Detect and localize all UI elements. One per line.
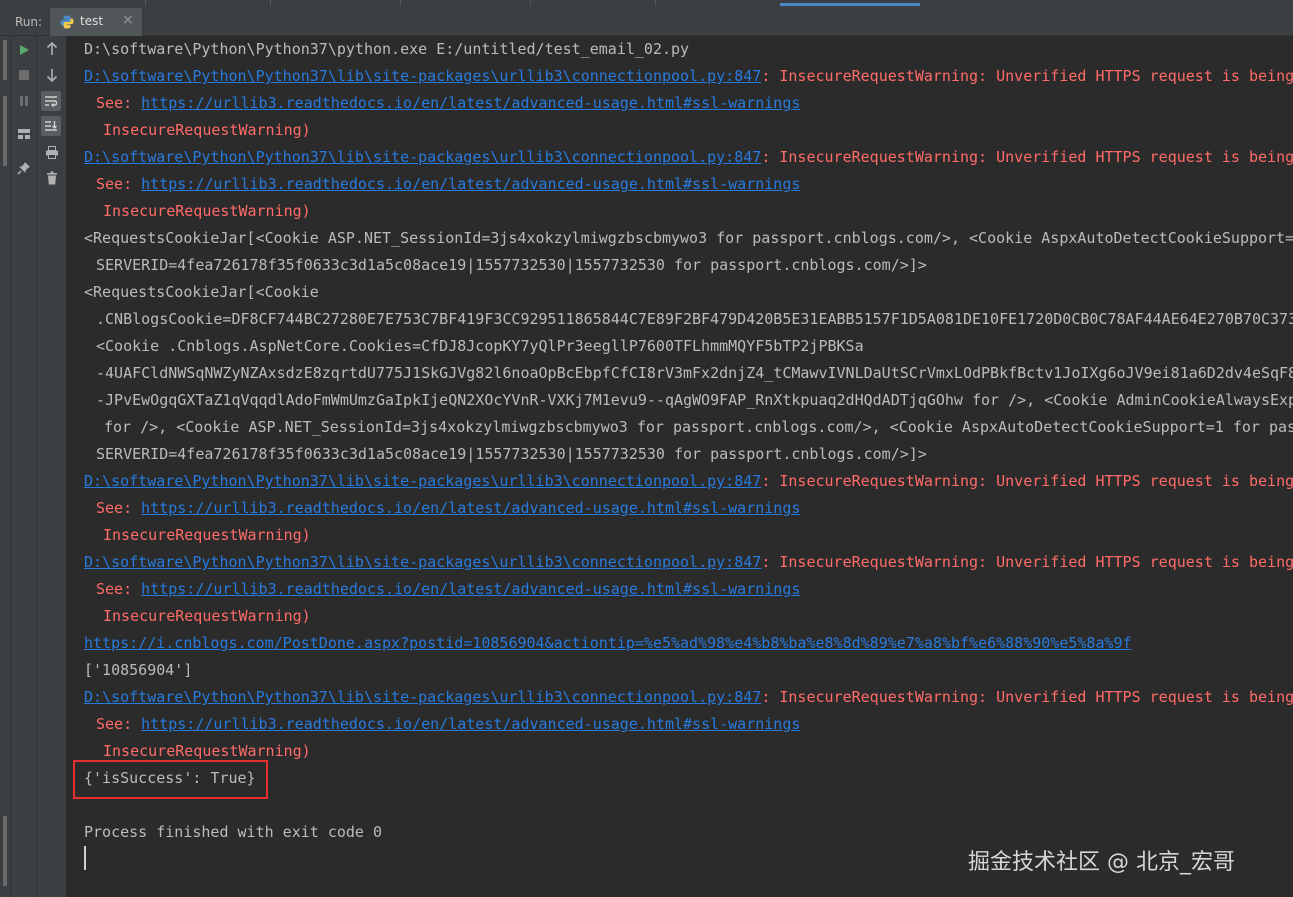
see-label: See:	[96, 499, 142, 517]
console-line-cookie: SERVERID=4fea726178f35f0633c3d1a5c08ace1…	[96, 445, 927, 463]
console-line-cookie: .CNBlogsCookie=DF8CF744BC27280E7E753C7BF…	[96, 310, 1293, 328]
console-line-see: See: https://urllib3.readthedocs.io/en/l…	[96, 714, 800, 734]
console-line-see: See: https://urllib3.readthedocs.io/en/l…	[96, 174, 800, 194]
see-label: See:	[96, 580, 142, 598]
console-line-cookie: -JPvEwOgqGXTaZ1qVqqdlAdoFmWmUmzGaIpkIjeQ…	[96, 391, 1293, 409]
arrow-down-icon[interactable]	[42, 65, 62, 85]
result-highlight-box	[73, 760, 268, 799]
text-cursor	[84, 846, 86, 870]
console-line-warning-tail: InsecureRequestWarning)	[103, 742, 311, 760]
tab-title: test	[80, 14, 104, 28]
python-icon	[60, 15, 74, 29]
console-line-warning: D:\software\Python\Python37\lib\site-pac…	[84, 147, 1293, 167]
ssl-warnings-link[interactable]: https://urllib3.readthedocs.io/en/latest…	[141, 499, 800, 517]
warning-message: : InsecureRequestWarning: Unverified HTT…	[761, 67, 1293, 85]
console-line-warning: D:\software\Python\Python37\lib\site-pac…	[84, 66, 1293, 86]
console-line-exit: Process finished with exit code 0	[84, 823, 383, 841]
arrow-up-icon[interactable]	[42, 39, 62, 59]
run-label: Run:	[15, 15, 43, 29]
stop-icon[interactable]	[14, 65, 34, 85]
console-line-cookie: for />, <Cookie ASP.NET_SessionId=3js4xo…	[104, 418, 1293, 436]
console-line-command: D:\software\Python\Python37\python.exe E…	[84, 40, 690, 58]
watermark: 掘金技术社区 @ 北京_宏哥	[968, 850, 1235, 875]
soft-wrap-icon[interactable]	[41, 91, 61, 111]
console-line-see: See: https://urllib3.readthedocs.io/en/l…	[96, 579, 800, 599]
warning-source-link[interactable]: D:\software\Python\Python37\lib\site-pac…	[84, 553, 761, 571]
ssl-warnings-link[interactable]: https://urllib3.readthedocs.io/en/latest…	[141, 580, 800, 598]
console-line-cookie: <RequestsCookieJar[<Cookie	[84, 283, 319, 301]
layout-icon[interactable]	[14, 124, 34, 144]
run-toolbar-secondary	[37, 36, 67, 897]
console-line-warning: D:\software\Python\Python37\lib\site-pac…	[84, 471, 1293, 491]
console-line-warning: D:\software\Python\Python37\lib\site-pac…	[84, 552, 1293, 572]
console-line-see: See: https://urllib3.readthedocs.io/en/l…	[96, 93, 800, 113]
console-line-postdone: https://i.cnblogs.com/PostDone.aspx?post…	[84, 633, 1132, 653]
warning-source-link[interactable]: D:\software\Python\Python37\lib\site-pac…	[84, 148, 761, 166]
run-toolbar-primary	[11, 36, 37, 897]
warning-source-link[interactable]: D:\software\Python\Python37\lib\site-pac…	[84, 688, 761, 706]
pause-icon[interactable]	[14, 91, 34, 111]
console-line-warning-tail: InsecureRequestWarning)	[103, 121, 311, 139]
see-label: See:	[96, 175, 142, 193]
warning-message: : InsecureRequestWarning: Unverified HTT…	[761, 553, 1293, 571]
run-icon[interactable]	[14, 40, 34, 60]
console-line-postid: ['10856904']	[84, 661, 193, 679]
see-label: See:	[96, 715, 142, 733]
console-line-cookie: <RequestsCookieJar[<Cookie ASP.NET_Sessi…	[84, 229, 1293, 247]
warning-message: : InsecureRequestWarning: Unverified HTT…	[761, 472, 1293, 490]
side-panel-strip	[0, 36, 11, 897]
console-line-warning-tail: InsecureRequestWarning)	[103, 607, 311, 625]
ssl-warnings-link[interactable]: https://urllib3.readthedocs.io/en/latest…	[141, 715, 800, 733]
warning-message: : InsecureRequestWarning: Unverified HTT…	[761, 688, 1293, 706]
warning-source-link[interactable]: D:\software\Python\Python37\lib\site-pac…	[84, 472, 761, 490]
ssl-warnings-link[interactable]: https://urllib3.readthedocs.io/en/latest…	[141, 94, 800, 112]
pin-icon[interactable]	[14, 158, 34, 178]
run-tab-test[interactable]: test ×	[50, 8, 142, 36]
trash-icon[interactable]	[42, 168, 62, 188]
console-line-cookie: <Cookie .Cnblogs.AspNetCore.Cookies=CfDJ…	[96, 337, 864, 355]
console-output[interactable]: D:\software\Python\Python37\python.exe E…	[67, 36, 1293, 897]
scroll-to-end-icon[interactable]	[41, 116, 61, 136]
warning-source-link[interactable]: D:\software\Python\Python37\lib\site-pac…	[84, 67, 761, 85]
warning-message: : InsecureRequestWarning: Unverified HTT…	[761, 148, 1293, 166]
console-line-cookie: -4UAFCldNWSqNWZyNZAxsdzE8zqrtdU775J1SkGJ…	[96, 364, 1293, 382]
console-line-warning-tail: InsecureRequestWarning)	[103, 526, 311, 544]
ssl-warnings-link[interactable]: https://urllib3.readthedocs.io/en/latest…	[141, 175, 800, 193]
print-icon[interactable]	[42, 142, 62, 162]
run-tool-window-header: Run: test ×	[0, 6, 1293, 36]
console-line-warning: D:\software\Python\Python37\lib\site-pac…	[84, 687, 1293, 707]
console-line-warning-tail: InsecureRequestWarning)	[103, 202, 311, 220]
close-icon[interactable]: ×	[122, 12, 134, 28]
console-line-see: See: https://urllib3.readthedocs.io/en/l…	[96, 498, 800, 518]
postdone-link[interactable]: https://i.cnblogs.com/PostDone.aspx?post…	[84, 634, 1132, 652]
see-label: See:	[96, 94, 142, 112]
console-line-cookie: SERVERID=4fea726178f35f0633c3d1a5c08ace1…	[96, 256, 927, 274]
